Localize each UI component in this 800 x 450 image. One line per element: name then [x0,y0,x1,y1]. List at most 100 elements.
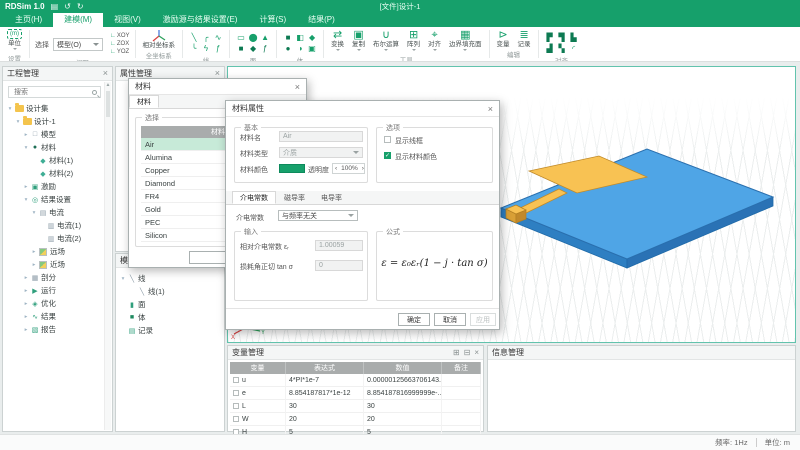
tree-item-material-1[interactable]: ◆材料(1) [5,154,104,167]
tree-item-solid[interactable]: ■体 [118,311,222,324]
tab-conductivity[interactable]: 电导率 [313,191,350,204]
tab-modeling[interactable]: 建模(M) [53,13,103,27]
align-bottom-icon[interactable]: ▙ [568,32,580,43]
cone-tool-icon[interactable]: ◆ [306,32,318,43]
tree-item-record[interactable]: ▤记录 [118,324,222,337]
expander-icon[interactable]: ▾ [30,210,38,216]
select-mode-dropdown[interactable]: 模型(O) [53,38,103,51]
triangle-tool-icon[interactable]: ▲ [259,32,271,43]
variables-button[interactable]: ⊳ 变量 [495,29,512,48]
tree-item-mesh[interactable]: ▸▦剖分 [5,271,104,284]
tree-item-optimize[interactable]: ▸◈优化 [5,297,104,310]
table-row[interactable]: e 8.854187817*1e-12 8.854187816999999e-.… [230,387,481,400]
tab-materials[interactable]: 材料 [129,95,159,108]
tree-item-design-sets[interactable]: ▾设计集 [5,102,104,115]
tree-item-report[interactable]: ▸▧报告 [5,323,104,336]
expander-icon[interactable]: ▸ [22,288,30,294]
tree-item-current-2[interactable]: ▥电流(2) [5,232,104,245]
boundary-fill-button[interactable]: ▦ 边界填充面 [447,29,484,53]
equation-curve-icon[interactable]: ƒ [212,43,224,54]
equation-face-icon[interactable]: ƒ [259,43,271,54]
tree-item-far-field[interactable]: ▸远场 [5,245,104,258]
tree-item-design-1[interactable]: ▾设计-1 [5,115,104,128]
tree-item-result-settings[interactable]: ▾◎结果设置 [5,193,104,206]
row-checkbox[interactable] [233,416,239,422]
expander-icon[interactable]: ▸ [22,132,30,138]
expander-icon[interactable]: ▾ [6,106,14,112]
row-checkbox[interactable] [233,390,239,396]
search-input[interactable] [12,88,92,97]
arc-tool-icon[interactable]: ╭ [200,32,212,43]
align-right-icon[interactable]: ▜ [556,32,568,43]
expander-icon[interactable]: ▸ [22,327,30,333]
frequency-dependence-dropdown[interactable]: 与频率无关 [278,210,358,221]
wireframe-checkbox[interactable] [384,136,391,143]
tree-item-near-field[interactable]: ▸近场 [5,258,104,271]
tree-item-results[interactable]: ▸∿结果 [5,310,104,323]
tree-item-current[interactable]: ▾▤电流 [5,206,104,219]
tree-item-material-2[interactable]: ◆材料(2) [5,167,104,180]
expander-icon[interactable]: ▸ [22,314,30,320]
square-tool-icon[interactable]: ■ [235,43,247,54]
close-icon[interactable]: × [488,104,493,114]
record-button[interactable]: ≣ 记录 [516,29,533,48]
tree-item-run[interactable]: ▸▶运行 [5,284,104,297]
relative-cs-button[interactable]: 相对坐标系 [141,29,178,49]
rectangle-tool-icon[interactable]: ▭ [235,32,247,43]
apply-button[interactable]: 应用 [470,313,496,326]
unit-button[interactable]: (m) 单位 [5,29,24,52]
align-tool-button[interactable]: ⌖ 对齐 [426,29,443,53]
expander-icon[interactable]: ▾ [14,119,22,125]
sphere-tool-icon[interactable]: ● [282,43,294,54]
tab-permittivity[interactable]: 介电常数 [232,191,276,204]
tab-excitation-results[interactable]: 激励源与结果设置(E) [152,13,249,27]
tab-permeability[interactable]: 磁导率 [276,191,313,204]
row-checkbox[interactable] [233,377,239,383]
close-icon[interactable]: × [295,82,300,92]
polygon-tool-icon[interactable]: ◆ [247,43,259,54]
row-checkbox[interactable] [233,403,239,409]
expander-icon[interactable]: ▾ [22,145,30,151]
plane-xoy-button[interactable]: XOY [110,33,130,40]
tree-item-current-1[interactable]: ▥电流(1) [5,219,104,232]
material-name-field[interactable]: Air [279,131,363,142]
align-center-icon[interactable]: ▚ [556,43,568,54]
expander-icon[interactable]: ▸ [22,184,30,190]
tab-home[interactable]: 主页(H) [4,13,53,27]
material-color-swatch[interactable] [279,164,305,173]
tree-item-line-1[interactable]: ╲线(1) [118,285,222,298]
box-tool-icon[interactable]: ■ [282,32,294,43]
tab-view[interactable]: 视图(V) [103,13,152,27]
table-row[interactable]: L 30 30 [230,400,481,413]
ok-button[interactable]: 确定 [398,313,430,326]
tree-item-face[interactable]: ▮面 [118,298,222,311]
project-tree-scrollbar[interactable]: ▲ [104,82,111,430]
tab-results[interactable]: 结果(P) [297,13,346,27]
scroll-up-icon[interactable]: ▲ [105,82,111,89]
close-icon[interactable]: × [215,69,220,78]
line-tool-icon[interactable]: ╲ [188,32,200,43]
add-variable-icon[interactable]: ⊞ [453,348,460,357]
expander-icon[interactable]: ▾ [22,197,30,203]
align-top-icon[interactable]: ▟ [544,43,556,54]
transform-button[interactable]: ⇄ 变换 [329,29,346,53]
align-left-icon[interactable]: ▛ [544,32,556,43]
torus-tool-icon[interactable]: ▣ [306,43,318,54]
ellipsoid-tool-icon[interactable]: ◑ [294,43,306,54]
cancel-button[interactable]: 取消 [434,313,466,326]
array-button[interactable]: ⊞ 阵列 [405,29,422,53]
tree-item-line[interactable]: ▾╲线 [118,272,222,285]
scrollbar-thumb[interactable] [106,91,110,117]
tab-compute[interactable]: 计算(S) [248,13,297,27]
plane-zox-button[interactable]: ZOX [110,41,130,48]
copy-button[interactable]: ▣ 复制 [350,29,367,53]
expander-icon[interactable]: ▸ [22,301,30,307]
expander-icon[interactable]: ▸ [30,262,38,268]
delete-variable-icon[interactable]: ⊟ [464,348,471,357]
stepper-right-icon[interactable]: › [360,165,366,172]
expander-icon[interactable]: ▸ [30,249,38,255]
plane-yoz-button[interactable]: YOZ [110,49,130,56]
close-icon[interactable]: × [474,348,479,357]
table-row[interactable]: u 4*PI*1e-7 0.00000125663706143... [230,374,481,387]
cylinder-tool-icon[interactable]: ◧ [294,32,306,43]
